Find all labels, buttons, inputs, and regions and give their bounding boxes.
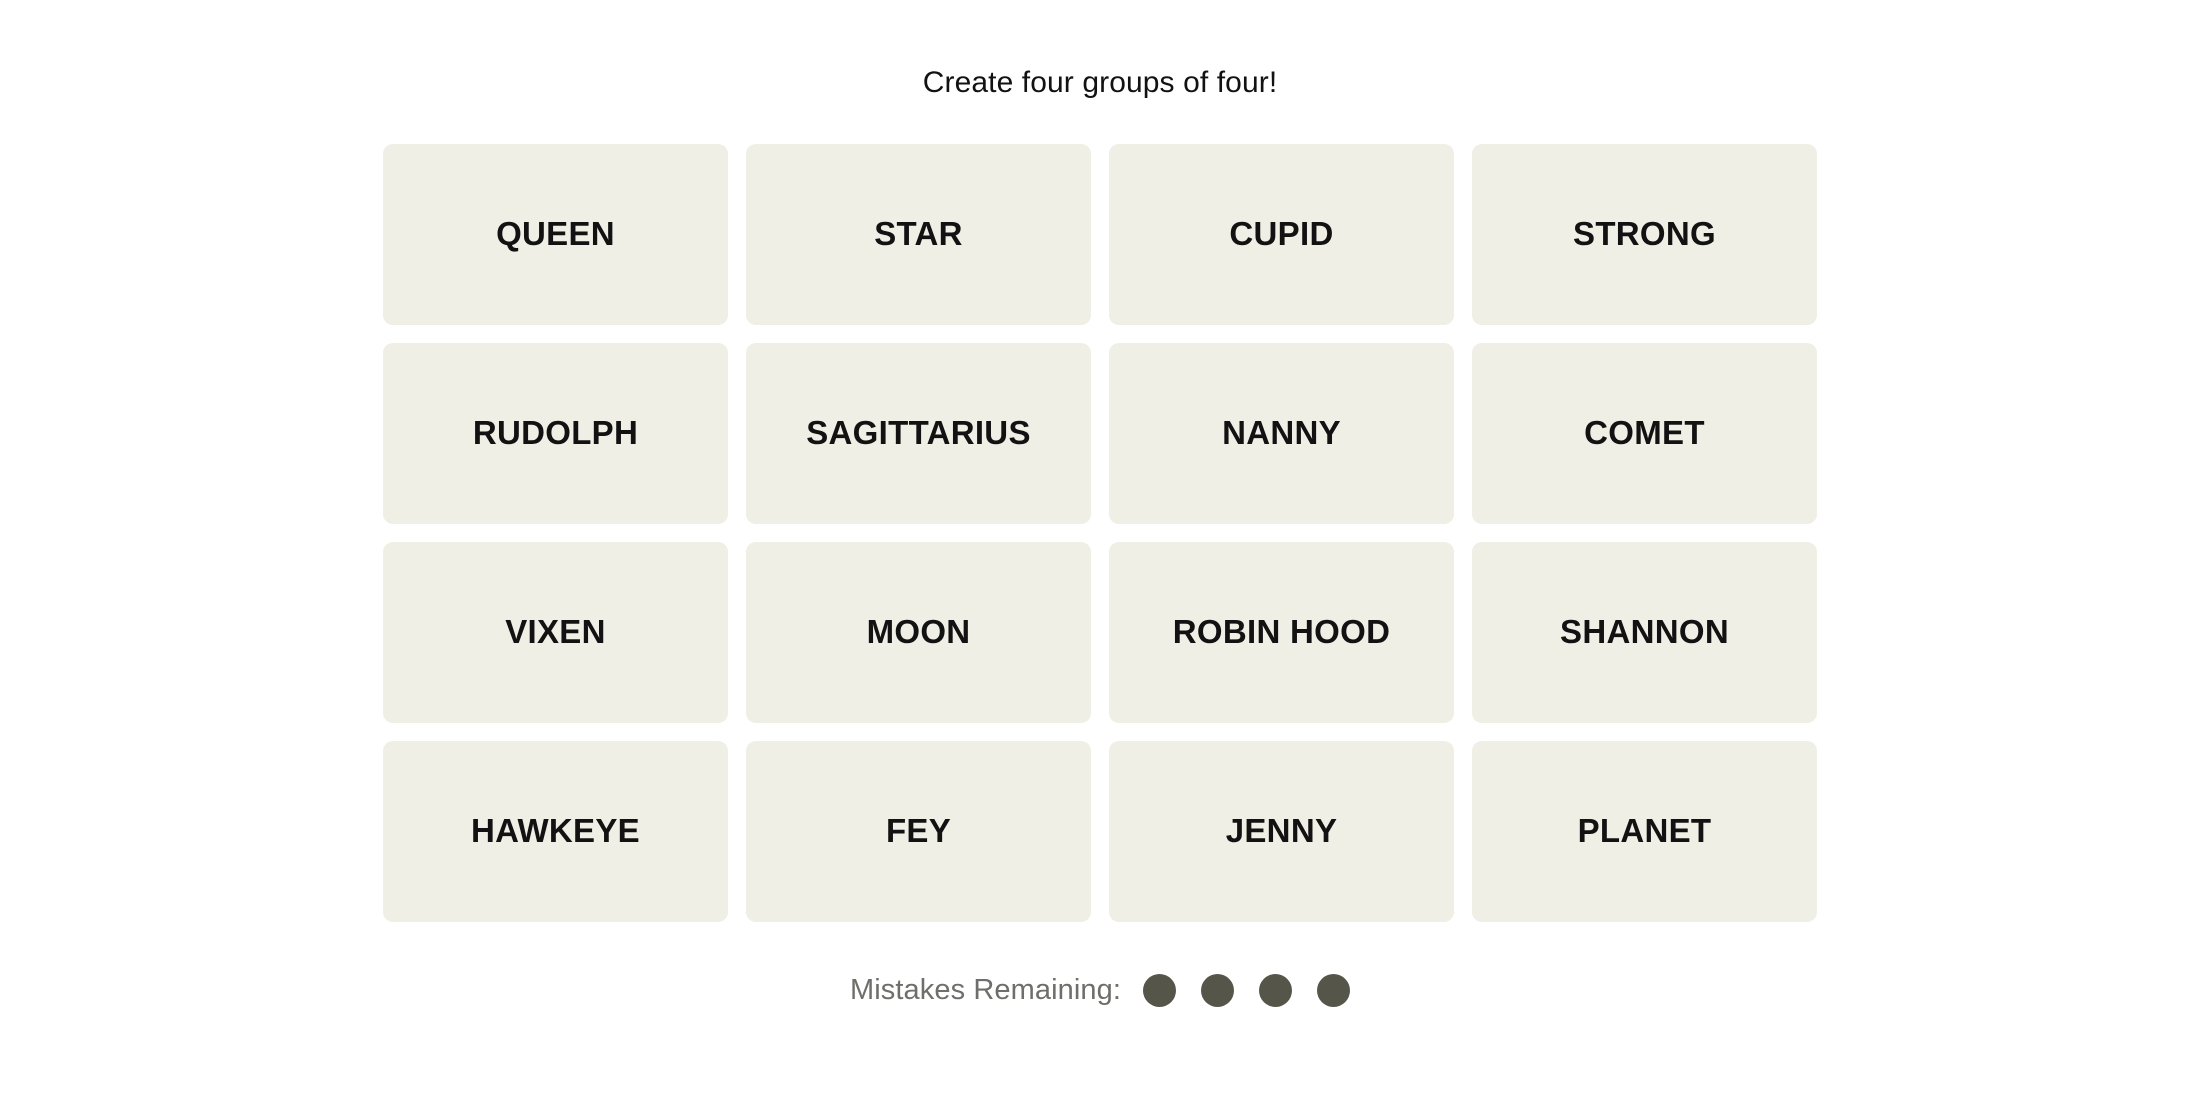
word-tile-label: QUEEN (496, 215, 615, 253)
mistake-dot-icon (1259, 974, 1293, 1007)
word-tile-label: SHANNON (1560, 613, 1729, 651)
word-tile[interactable]: MOON (746, 542, 1091, 723)
mistake-dot-icon (1201, 974, 1235, 1007)
mistakes-remaining-label: Mistakes Remaining: (849, 974, 1122, 1006)
word-tile[interactable]: STAR (746, 144, 1091, 325)
word-tile[interactable]: SHANNON (1472, 542, 1817, 723)
instruction-text: Create four groups of four! (922, 66, 1278, 99)
word-tile-label: COMET (1584, 414, 1705, 452)
mistake-dot-icon (1317, 974, 1351, 1007)
word-tile-label: JENNY (1225, 812, 1338, 850)
mistake-dot-icon (1143, 974, 1177, 1007)
word-tile[interactable]: HAWKEYE (383, 741, 728, 922)
word-tile[interactable]: COMET (1472, 343, 1817, 524)
word-tile[interactable]: VIXEN (383, 542, 728, 723)
word-tile-label: SAGITTARIUS (806, 414, 1031, 452)
word-tile[interactable]: RUDOLPH (383, 343, 728, 524)
word-tile[interactable]: SAGITTARIUS (746, 343, 1091, 524)
word-tile[interactable]: ROBIN HOOD (1109, 542, 1454, 723)
word-tile-label: MOON (866, 613, 971, 651)
word-tile-label: NANNY (1222, 414, 1341, 452)
word-tile-label: STRONG (1573, 215, 1716, 253)
word-tile[interactable]: QUEEN (383, 144, 728, 325)
word-tile[interactable]: FEY (746, 741, 1091, 922)
word-tile[interactable]: NANNY (1109, 343, 1454, 524)
word-tile[interactable]: JENNY (1109, 741, 1454, 922)
word-tile-label: ROBIN HOOD (1172, 613, 1391, 651)
word-tile[interactable]: STRONG (1472, 144, 1817, 325)
word-tile-label: VIXEN (505, 613, 606, 651)
word-grid: QUEEN STAR CUPID STRONG RUDOLPH SAGITTAR… (383, 144, 1817, 922)
word-tile-label: HAWKEYE (471, 812, 640, 850)
word-tile-label: RUDOLPH (472, 414, 639, 452)
connections-game: Create four groups of four! QUEEN STAR C… (0, 0, 2200, 1100)
mistakes-remaining: Mistakes Remaining: (849, 974, 1351, 1007)
word-tile[interactable]: CUPID (1109, 144, 1454, 325)
mistake-dots (1143, 974, 1351, 1007)
word-tile-label: FEY (885, 812, 952, 850)
word-tile-label: STAR (874, 215, 963, 253)
word-tile[interactable]: PLANET (1472, 741, 1817, 922)
word-tile-label: CUPID (1229, 215, 1334, 253)
word-tile-label: PLANET (1577, 812, 1712, 850)
